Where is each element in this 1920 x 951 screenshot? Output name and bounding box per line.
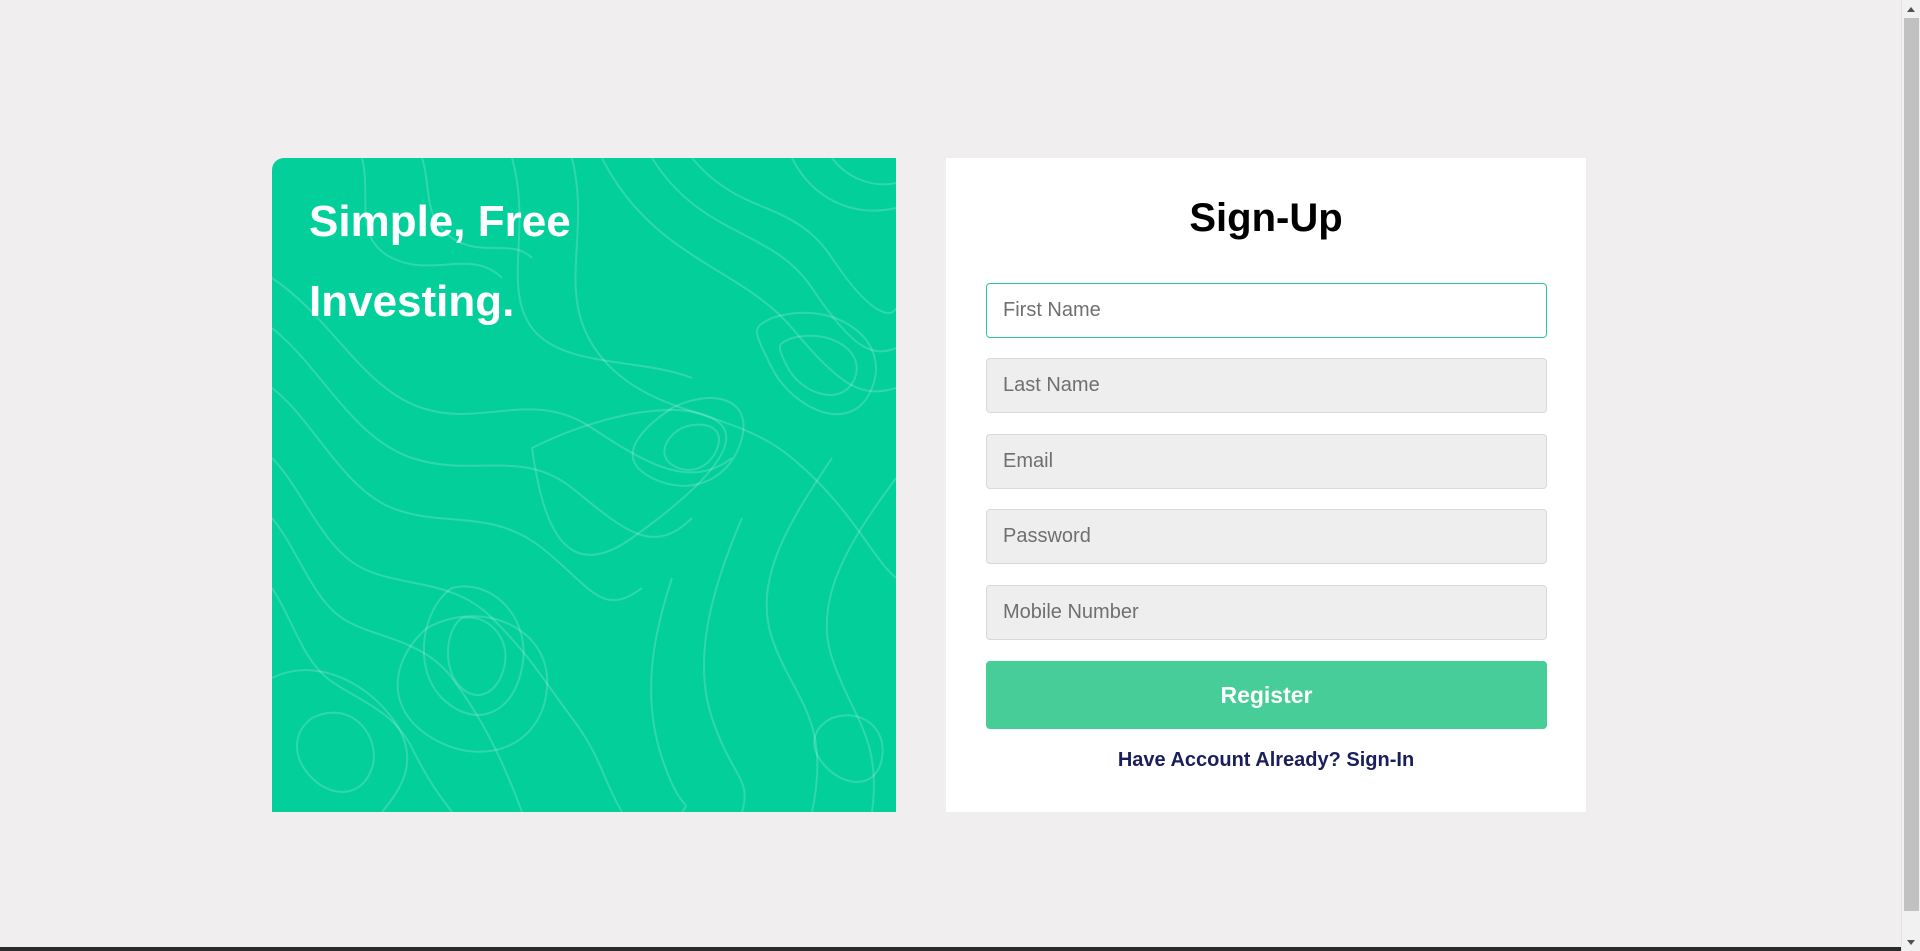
promo-headline: Simple, Free Investing.	[309, 197, 571, 326]
promo-panel: Simple, Free Investing.	[272, 158, 896, 812]
vertical-scrollbar[interactable]	[1901, 0, 1920, 951]
sign-in-link[interactable]: Have Account Already? Sign-In	[946, 749, 1586, 772]
page: Simple, Free Investing. Sign-Up Register…	[0, 0, 1920, 951]
arrow-up-icon[interactable]	[1902, 0, 1920, 18]
last-name-input[interactable]	[986, 358, 1547, 413]
window-bottom-edge	[0, 947, 1901, 951]
signup-title: Sign-Up	[1189, 196, 1343, 240]
email-input[interactable]	[986, 434, 1547, 489]
arrow-down-icon[interactable]	[1902, 933, 1920, 951]
first-name-input[interactable]	[986, 283, 1547, 338]
register-button[interactable]: Register	[986, 661, 1547, 729]
password-input[interactable]	[986, 509, 1547, 564]
mobile-number-input[interactable]	[986, 585, 1547, 640]
scrollbar-thumb[interactable]	[1904, 18, 1919, 911]
signup-form-card: Sign-Up Register Have Account Already? S…	[946, 158, 1586, 812]
